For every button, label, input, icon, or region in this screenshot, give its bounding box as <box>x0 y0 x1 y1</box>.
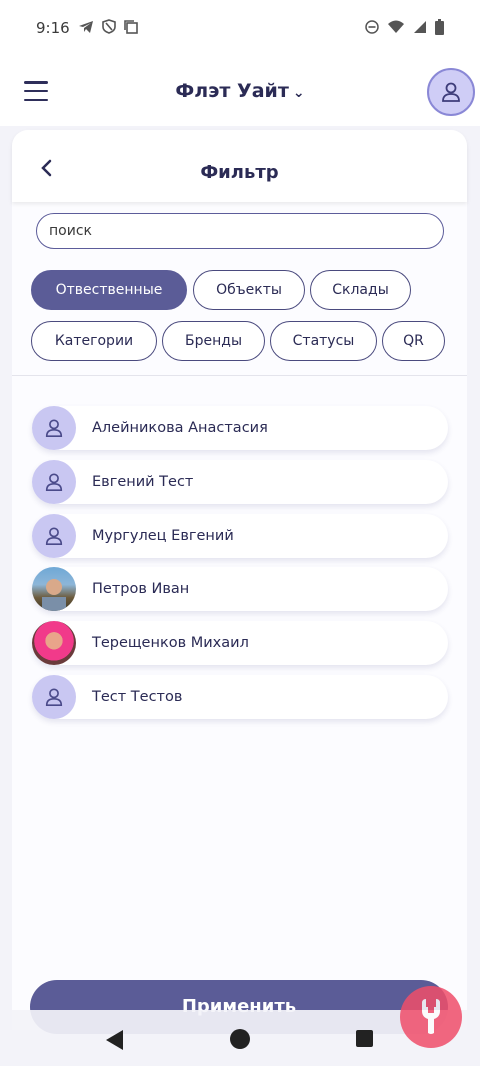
dnd-icon <box>365 19 379 37</box>
chip-objects[interactable]: Объекты <box>193 270 305 310</box>
avatar-photo <box>32 567 76 611</box>
divider <box>12 375 467 376</box>
wifi-icon <box>387 20 405 37</box>
filter-title: Фильтр <box>200 162 279 183</box>
profile-avatar-button[interactable] <box>427 68 475 116</box>
search-input[interactable] <box>36 213 444 249</box>
back-triangle-icon[interactable] <box>106 1030 123 1050</box>
list-item[interactable]: Мургулец Евгений <box>32 514 448 558</box>
chip-qr[interactable]: QR <box>382 321 445 361</box>
person-name: Евгений Тест <box>92 474 194 490</box>
list-item[interactable]: Алейникова Анастасия <box>32 406 448 450</box>
wrench-icon <box>422 999 440 1034</box>
filter-header: Фильтр <box>12 130 467 202</box>
home-circle-icon[interactable] <box>230 1029 250 1049</box>
support-fab-button[interactable] <box>400 986 462 1048</box>
avatar <box>32 406 76 450</box>
chip-warehouses[interactable]: Склады <box>310 270 411 310</box>
list-item[interactable]: Терещенков Михаил <box>32 621 448 665</box>
recent-square-icon[interactable] <box>356 1030 373 1047</box>
telegram-icon <box>78 20 94 37</box>
battery-icon <box>435 18 444 38</box>
person-name: Тест Тестов <box>92 689 183 705</box>
header-title: Флэт Уайт <box>175 80 289 102</box>
filter-panel: Фильтр Отвественные Объекты Склады Катег… <box>12 130 467 1030</box>
chevron-down-icon: ⌄ <box>292 85 305 101</box>
avatar <box>32 514 76 558</box>
company-selector[interactable]: Флэт Уайт ⌄ <box>0 80 480 102</box>
user-icon <box>442 82 460 102</box>
copy-icon <box>123 19 138 37</box>
avatar <box>32 675 76 719</box>
person-name: Терещенков Михаил <box>92 635 249 651</box>
list-item[interactable]: Петров Иван <box>32 567 448 611</box>
chip-brands[interactable]: Бренды <box>162 321 265 361</box>
user-icon <box>45 688 63 706</box>
status-bar: 9:16 <box>0 0 480 56</box>
person-name: Алейникова Анастасия <box>92 420 268 436</box>
user-icon <box>45 419 63 437</box>
chip-categories[interactable]: Категории <box>31 321 157 361</box>
chip-statuses[interactable]: Статусы <box>270 321 377 361</box>
person-name: Мургулец Евгений <box>92 528 234 544</box>
user-icon <box>45 527 63 545</box>
app-header: Флэт Уайт ⌄ <box>0 56 480 126</box>
list-item[interactable]: Тест Тестов <box>32 675 448 719</box>
chip-responsible[interactable]: Отвественные <box>31 270 187 310</box>
user-icon <box>45 473 63 491</box>
status-time: 9:16 <box>36 19 70 37</box>
avatar <box>32 460 76 504</box>
person-name: Петров Иван <box>92 581 190 597</box>
avatar-photo <box>32 621 76 665</box>
shield-icon <box>101 19 116 37</box>
list-item[interactable]: Евгений Тест <box>32 460 448 504</box>
signal-icon <box>413 20 427 37</box>
